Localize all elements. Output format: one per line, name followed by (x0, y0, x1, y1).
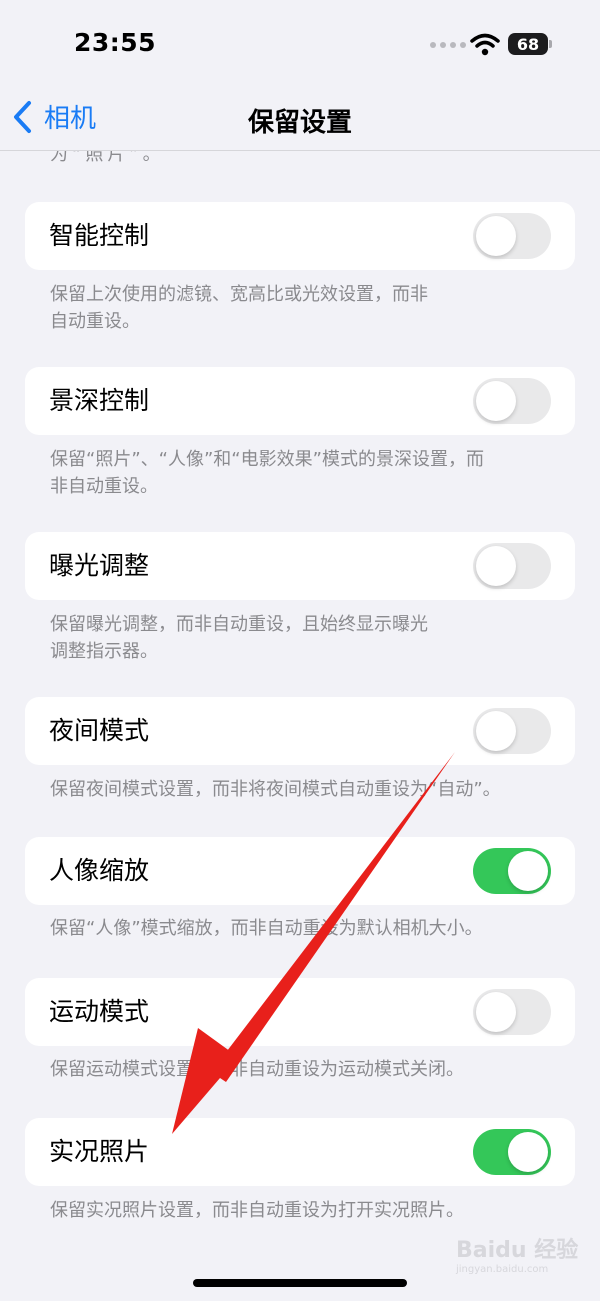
setting-label: 景深控制 (49, 386, 150, 415)
toggle-knob (476, 381, 516, 421)
toggle-knob (476, 216, 516, 256)
setting-footer: 保留运动模式设置，而非自动重设为运动模式关闭。 (50, 1059, 464, 1080)
toggle-switch[interactable] (473, 543, 551, 589)
setting-row-exposure-adjust: 曝光调整 (25, 532, 575, 600)
page-title: 保留设置 (247, 108, 352, 138)
watermark-brand: Baidu 经验 (456, 1238, 579, 1263)
wifi-icon (470, 33, 500, 56)
setting-label: 曝光调整 (49, 551, 150, 580)
setting-label: 运动模式 (49, 997, 150, 1026)
setting-label: 智能控制 (49, 221, 150, 250)
setting-row-depth-control: 景深控制 (25, 367, 575, 435)
setting-row-smart-control: 智能控制 (25, 202, 575, 270)
setting-row-live-photo: 实况照片 (25, 1118, 575, 1186)
setting-label: 实况照片 (49, 1137, 150, 1166)
status-time: 23:55 (74, 28, 157, 57)
setting-footer: 保留夜间模式设置，而非将夜间模式自动重设为“自动”。 (50, 779, 501, 800)
toggle-switch[interactable] (473, 708, 551, 754)
battery-level: 68 (516, 34, 540, 54)
setting-row-night-mode: 夜间模式 (25, 697, 575, 765)
setting-row-portrait-zoom: 人像缩放 (25, 837, 575, 905)
setting-label: 人像缩放 (49, 856, 150, 885)
toggle-knob (476, 992, 516, 1032)
watermark-url: jingyan.baidu.com (456, 1264, 549, 1275)
toggle-knob (508, 851, 548, 891)
battery-tip (549, 40, 552, 48)
setting-label: 夜间模式 (49, 716, 150, 745)
setting-footer: 保留曝光调整，而非自动重设，且始终显示曝光 调整指示器。 (50, 614, 428, 662)
cellular-signal-icon (430, 42, 466, 48)
home-indicator[interactable] (193, 1279, 407, 1287)
toggle-switch[interactable] (473, 378, 551, 424)
toggle-switch[interactable] (473, 989, 551, 1035)
setting-row-action-mode: 运动模式 (25, 978, 575, 1046)
navigation-bar: 相机 保留设置 (0, 90, 600, 151)
setting-footer: 保留“人像”模式缩放，而非自动重设为默认相机大小。 (50, 918, 483, 939)
toggle-knob (508, 1132, 548, 1172)
battery-icon: 68 (508, 33, 548, 55)
toggle-switch[interactable] (473, 213, 551, 259)
toggle-knob (476, 546, 516, 586)
watermark-logo: Baidu 经验 jingyan.baidu.com (456, 1232, 578, 1275)
setting-footer: 保留上次使用的滤镜、宽高比或光效设置，而非 自动重设。 (50, 284, 428, 332)
toggle-switch[interactable] (473, 848, 551, 894)
toggle-switch[interactable] (473, 1129, 551, 1175)
setting-footer: 保留“照片”、“人像”和“电影效果”模式的景深设置，而 非自动重设。 (50, 449, 484, 497)
status-bar: 23:55 68 (0, 0, 600, 90)
setting-footer: 保留实况照片设置，而非自动重设为打开实况照片。 (50, 1200, 464, 1221)
toggle-knob (476, 711, 516, 751)
